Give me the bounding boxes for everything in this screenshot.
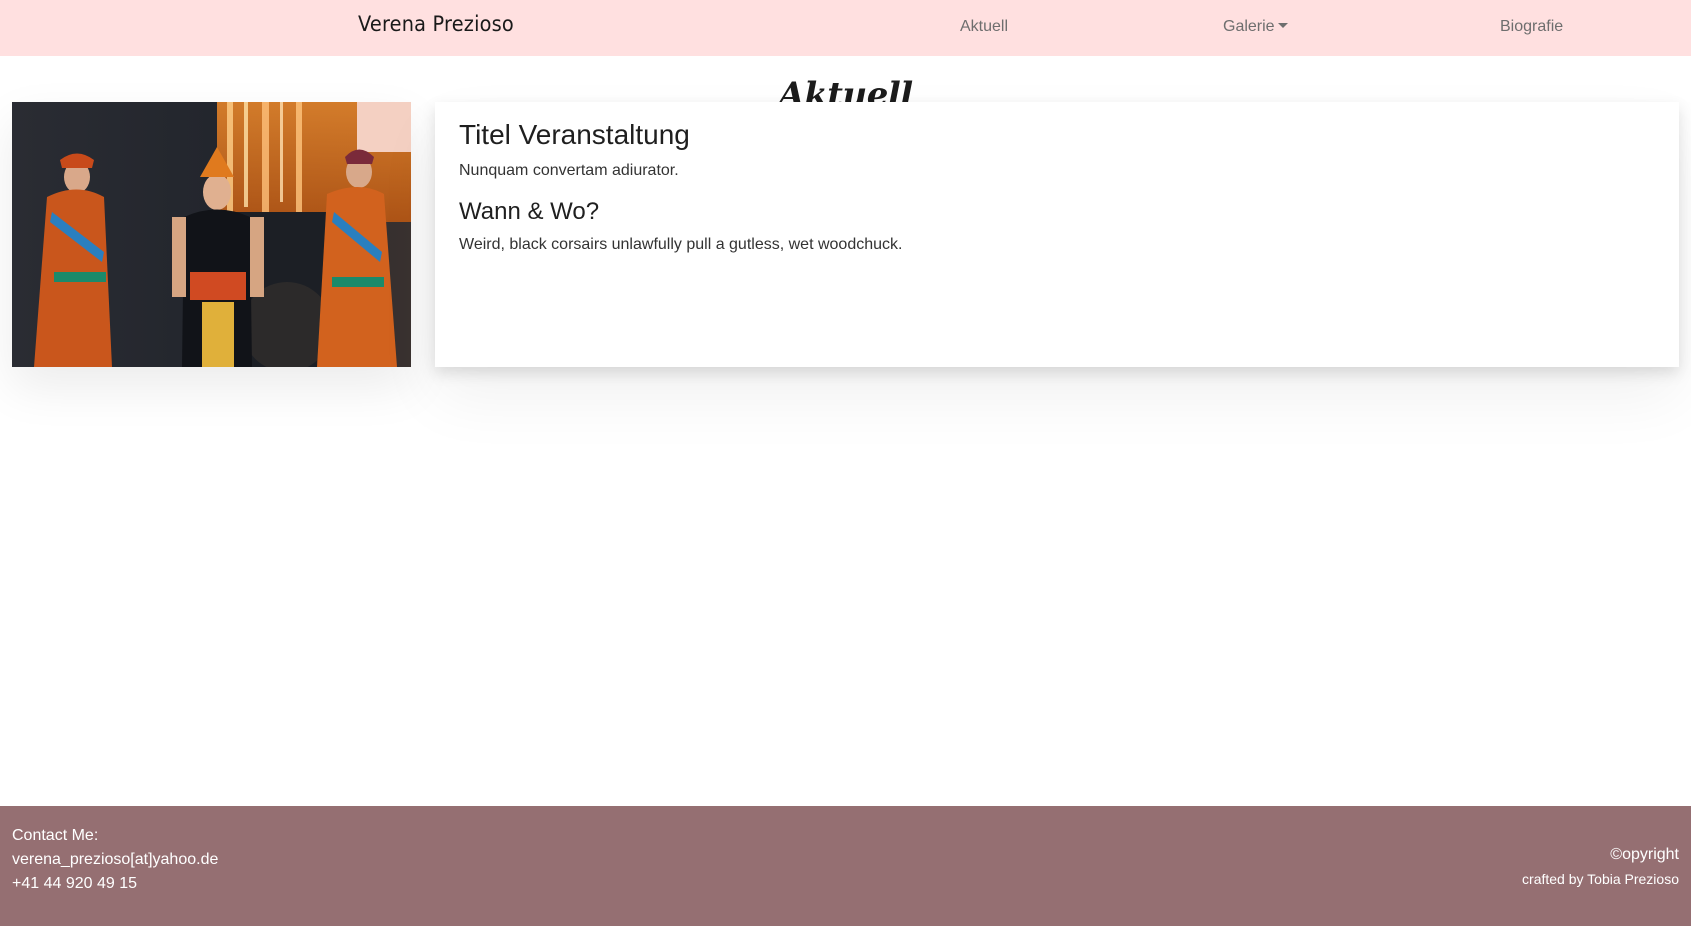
contact-phone: +41 44 920 49 15 — [12, 875, 138, 892]
copyright-text: ©opyright — [1610, 846, 1679, 863]
contact-label: Contact Me: — [12, 827, 99, 844]
nav-aktuell-link[interactable]: Aktuell — [960, 18, 1008, 36]
top-navbar: Verena Prezioso Aktuell Galerie Biografi… — [0, 0, 1691, 56]
footer: Contact Me: verena_prezioso[at]yahoo.de … — [0, 806, 1691, 926]
event-description: Nunquam convertam adiurator. — [459, 161, 679, 179]
when-where-heading: Wann & Wo? — [459, 197, 600, 225]
event-card: Titel Veranstaltung Nunquam convertam ad… — [435, 102, 1679, 367]
contact-block: Contact Me: verena_prezioso[at]yahoo.de … — [12, 824, 218, 896]
event-image — [12, 102, 411, 367]
nav-galerie-dropdown[interactable]: Galerie — [1223, 18, 1288, 36]
contact-email: verena_prezioso[at]yahoo.de — [12, 851, 219, 868]
caret-down-icon — [1277, 23, 1288, 28]
nav-galerie-label: Galerie — [1223, 18, 1275, 35]
when-where-text: Weird, black corsairs unlawfully pull a … — [459, 235, 903, 253]
copyright-block: ©opyright crafted by Tobia Prezioso — [1522, 844, 1679, 890]
event-title: Titel Veranstaltung — [459, 119, 690, 150]
brand-link[interactable]: Verena Prezioso — [358, 12, 514, 36]
crafted-by-text: crafted by Tobia Prezioso — [1522, 871, 1679, 887]
nav-biografie-link[interactable]: Biografie — [1500, 18, 1563, 36]
